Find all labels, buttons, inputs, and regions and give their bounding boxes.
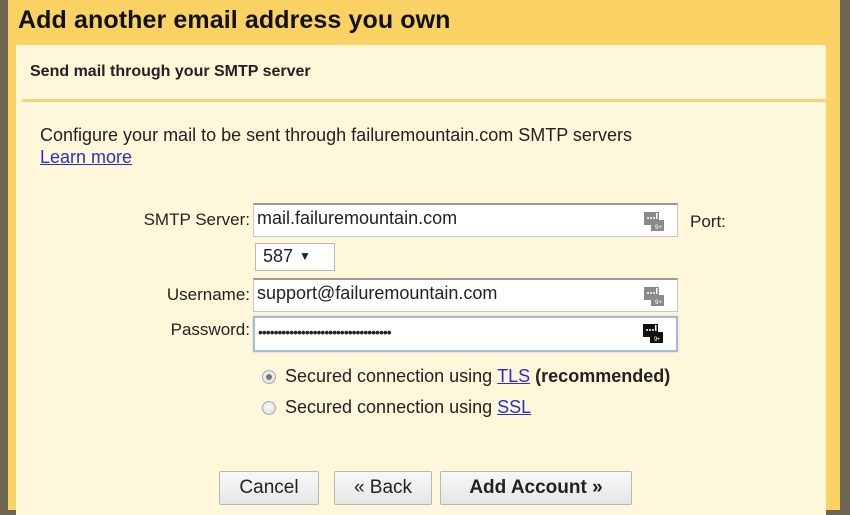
port-select[interactable]: 587 ▼: [255, 243, 335, 271]
svg-text:9+: 9+: [655, 300, 662, 306]
cancel-button[interactable]: Cancel: [219, 471, 319, 505]
smtp-server-value: mail.failuremountain.com: [257, 208, 458, 228]
svg-text:9+: 9+: [655, 225, 662, 231]
password-input[interactable]: •••••••••••••••••••••••••••••••••• 9+: [253, 316, 678, 352]
learn-more-link[interactable]: Learn more: [40, 147, 132, 167]
tls-radio[interactable]: [262, 369, 276, 384]
smtp-server-input[interactable]: mail.failuremountain.com 9+: [253, 203, 678, 237]
back-button[interactable]: « Back: [334, 471, 432, 505]
username-label: Username:: [166, 285, 250, 304]
dialog-title: Add another email address you own: [18, 6, 451, 34]
username-input[interactable]: support@failuremountain.com 9+: [253, 278, 678, 312]
port-value: 587: [263, 246, 294, 266]
ssl-link[interactable]: SSL: [497, 397, 531, 418]
section-subtitle: Send mail through your SMTP server: [30, 63, 311, 80]
password-value: ••••••••••••••••••••••••••••••••••: [258, 324, 392, 340]
dropdown-arrow-icon: ▼: [299, 249, 311, 263]
separator: [22, 99, 830, 102]
tls-link[interactable]: TLS: [497, 366, 530, 387]
tls-option-prefix: Secured connection using: [285, 366, 498, 386]
smtp-server-label: SMTP Server:: [143, 210, 250, 229]
ssl-radio[interactable]: [262, 400, 276, 415]
port-label: Port:: [690, 212, 726, 231]
add-account-button[interactable]: Add Account »: [440, 471, 632, 505]
username-value: support@failuremountain.com: [257, 283, 498, 303]
ssl-option[interactable]: Secured connection using SSL: [262, 397, 531, 418]
ssl-option-prefix: Secured connection using: [285, 397, 498, 417]
tls-option[interactable]: Secured connection using TLS (recommende…: [262, 366, 670, 387]
password-label: Password:: [170, 320, 250, 339]
tls-option-suffix: (recommended): [530, 366, 671, 386]
password-manager-key-icon[interactable]: 9+: [644, 285, 665, 307]
password-manager-key-icon[interactable]: 9+: [643, 322, 664, 344]
description-text: Configure your mail to be sent through f…: [40, 125, 632, 145]
password-manager-key-icon[interactable]: 9+: [644, 210, 665, 232]
description: Configure your mail to be sent through f…: [40, 124, 632, 168]
